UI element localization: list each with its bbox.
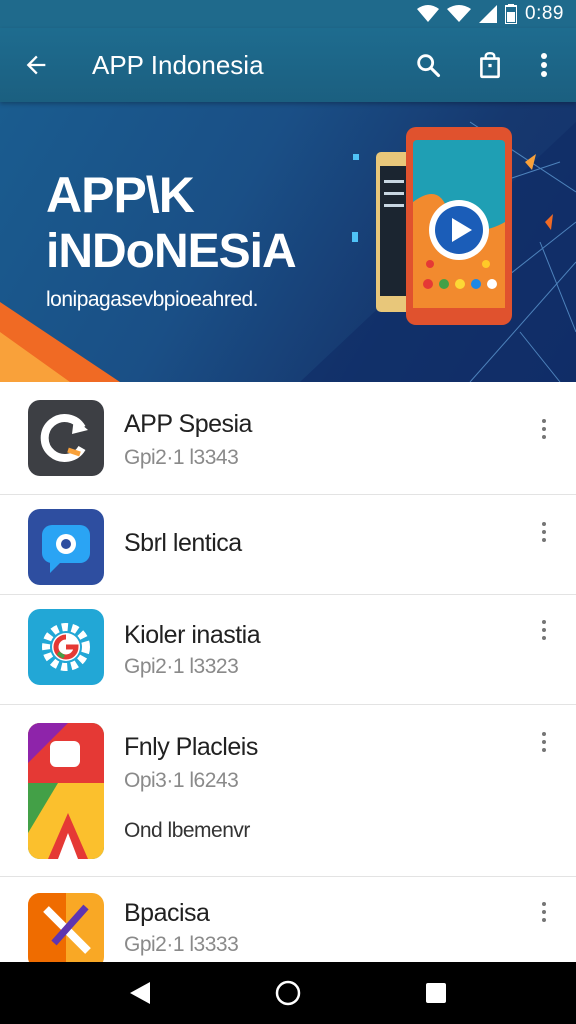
more-vert-icon[interactable] [532,414,556,444]
app-name: Sbrl lentica [124,529,242,557]
app-name: Fnly Placleis [124,733,258,761]
app-name: Kioler inastia [124,621,261,649]
app-name: Bpacisa [124,899,210,927]
app-name: APP Spesia [124,410,252,438]
banner-title-line2: iNDoNESiA [46,225,297,278]
battery-icon [505,4,518,24]
list-item[interactable]: Fnly Placleis Opi3·1 l6243 Ond lbemenvr [0,705,576,877]
app-spesia-icon [28,400,104,476]
colorful-app-icon [28,723,104,859]
home-circle-icon[interactable] [272,977,304,1009]
list-item[interactable]: Bpacisa Gpi2·1 l3333 [0,877,576,969]
app-meta: Gpi2·1 l3343 [124,446,239,469]
status-bar: 0:89 [0,0,576,28]
status-time: 0:89 [525,3,564,24]
pencil-icon [28,893,104,969]
more-vert-icon[interactable] [532,615,556,645]
list-item[interactable]: Kioler inastia Gpi2·1 l3323 [0,595,576,705]
back-arrow-icon[interactable] [18,47,54,83]
app-meta: Opi3·1 l6243 [124,769,239,792]
page-title: APP Indonesia [92,50,264,80]
promo-banner[interactable]: APP\K iNDoNESiA lonipagasevbpioeahred. [0,102,576,382]
wifi-icon [447,5,472,22]
recents-square-icon[interactable] [420,977,452,1009]
banner-title-line1: APP\K [46,167,195,223]
back-triangle-icon[interactable] [124,977,156,1009]
chat-bubble-icon [28,509,104,585]
more-vert-icon[interactable] [532,897,556,927]
app-meta: Gpi2·1 l3333 [124,933,239,956]
signal-icon [479,5,498,23]
list-item[interactable]: APP Spesia Gpi2·1 l3343 [0,382,576,495]
app-description: Ond lbemenvr [124,819,250,842]
more-vert-icon[interactable] [532,517,556,547]
app-meta: Gpi2·1 l3323 [124,655,239,678]
search-icon[interactable] [410,47,446,83]
banner-subtitle: lonipagasevbpioeahred. [46,288,259,311]
status-icons: 0:89 [417,2,564,26]
app-bar: APP Indonesia [0,28,576,102]
app-list: APP Spesia Gpi2·1 l3343 Sbrl lentica Kio… [0,382,576,969]
more-vert-icon[interactable] [526,47,562,83]
more-vert-icon[interactable] [532,727,556,757]
gear-icon [28,609,104,685]
system-nav-bar [0,962,576,1024]
wifi-icon [417,5,440,22]
list-item[interactable]: Sbrl lentica [0,495,576,595]
phone-illustration [376,127,512,325]
bag-icon[interactable] [472,47,508,83]
